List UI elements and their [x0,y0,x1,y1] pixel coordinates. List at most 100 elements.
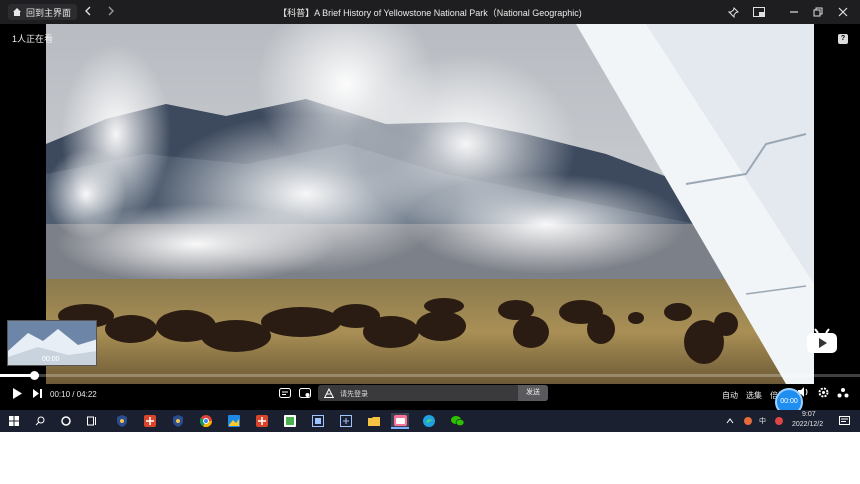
tray-chevron-button[interactable] [722,413,738,429]
pin-icon [727,6,739,18]
tray-app-icon [744,417,752,425]
settings-icon [818,387,828,397]
taskbar-app-7[interactable] [282,413,298,429]
taskbar-app-8[interactable] [310,413,326,429]
taskbar-app-1[interactable] [114,413,130,429]
danmaku-placeholder: 请先登录 [340,391,368,398]
ime-indicator[interactable]: 中 [759,416,766,426]
chevron-up-icon [726,418,734,424]
close-icon [838,7,848,17]
folder-icon [368,417,380,426]
taskbar: 中 9:07 2022/12/2 [0,410,860,432]
floating-time-button[interactable]: 00:00 [775,388,803,410]
title-bar: 回到主界面 【科普】A Brief History of Yellowstone… [0,0,860,24]
clock-time[interactable]: 9:07 [802,411,816,418]
window-mode-icon [753,7,765,17]
window-app-icon [312,415,324,427]
home-icon [13,8,21,16]
notification-icon [838,416,850,425]
help-icon[interactable]: ? [838,34,848,44]
send-danmaku-button[interactable]: 发送 [518,385,548,401]
danmaku-toggle-button[interactable] [278,386,292,400]
task-view-icon [87,416,96,426]
forward-button[interactable] [103,4,119,20]
control-bar: 00:10 / 04:22 请先登录 发送 自动 选集 倍速 [0,380,860,410]
play-icon [13,387,22,399]
time-display: 00:10 / 04:22 [50,390,97,399]
taskbar-app-2[interactable] [142,413,158,429]
edge-icon [423,415,435,427]
home-button[interactable]: 回到主界面 [8,4,78,20]
cortana-button[interactable] [58,413,74,429]
thumbnail-time: 00:00 [42,356,60,363]
tray-app-icon [775,417,783,425]
taskbar-edge[interactable] [421,413,437,429]
minimize-icon [790,11,798,13]
window-title: 【科普】A Brief History of Yellowstone Natio… [278,8,582,18]
tray-app-icon-2[interactable] [771,413,787,429]
autoplay-button[interactable]: 自动 [722,390,738,401]
restore-icon [813,7,823,17]
duration: 04:22 [76,390,97,399]
home-label: 回到主界面 [26,7,72,18]
cortana-circle-icon [61,416,71,426]
wechat-icon [450,416,464,426]
danmaku-settings-button[interactable] [298,386,312,400]
search-icon [35,416,45,426]
fullscreen-button[interactable] [836,386,850,398]
shield-app-icon [117,415,127,427]
windows-start-button[interactable] [6,413,22,429]
danmaku-settings-icon [299,388,311,398]
taskbar-app-5[interactable] [226,413,242,429]
progress-bar[interactable] [0,371,860,380]
progress-fill [0,374,34,377]
minimize-button[interactable] [786,4,802,20]
back-icon [85,6,91,16]
photos-app-icon [228,415,240,427]
taskbar-file-explorer[interactable] [366,413,382,429]
viewer-count: 1人正在看 [12,34,54,44]
taskbar-app-9[interactable] [338,413,354,429]
pin-button[interactable] [725,4,741,20]
danmaku-input[interactable]: 请先登录 发送 [318,385,548,401]
bilibili-app-icon [393,414,407,426]
episodes-button[interactable]: 选集 [746,390,762,401]
office-app-icon [144,415,156,427]
progress-handle[interactable] [30,371,39,380]
next-button[interactable] [31,387,43,399]
chrome-icon [200,415,212,427]
windows-logo-icon [9,416,19,426]
window-mode-button[interactable] [751,4,767,20]
time-separator: / [72,390,75,399]
taskbar-bilibili[interactable] [391,413,409,429]
preview-thumbnail[interactable]: 00:00 [7,320,97,366]
video-stage[interactable]: 1人正在看 ? 00:00 00:10 / 04:22 请先登录 发送 自动 选… [0,24,860,410]
current-time: 00:10 [50,390,71,399]
restore-button[interactable] [810,4,826,20]
player-window: 回到主界面 【科普】A Brief History of Yellowstone… [0,0,860,410]
clock-date[interactable]: 2022/12/2 [792,421,823,428]
settings-button[interactable] [817,386,829,398]
office-app-icon [256,415,268,427]
taskbar-app-6[interactable] [254,413,270,429]
play-button[interactable] [10,386,24,400]
gallery-app-icon [284,415,296,427]
back-button[interactable] [80,4,96,20]
window-app-icon [340,415,352,427]
search-button[interactable] [32,413,48,429]
danmaku-toggle-icon [279,388,291,398]
video-frame[interactable] [46,24,814,384]
notification-center-button[interactable] [836,413,852,429]
shield-app-icon [173,415,183,427]
forward-icon [108,6,114,16]
tray-app-icon[interactable] [740,413,756,429]
taskbar-wechat[interactable] [449,413,465,429]
bilibili-logo-icon [807,328,837,353]
fullscreen-icon [837,387,849,397]
danmaku-style-icon[interactable] [324,388,334,398]
next-icon [32,388,42,398]
close-button[interactable] [835,4,851,20]
taskbar-app-3[interactable] [170,413,186,429]
task-view-button[interactable] [84,413,100,429]
taskbar-chrome[interactable] [198,413,214,429]
